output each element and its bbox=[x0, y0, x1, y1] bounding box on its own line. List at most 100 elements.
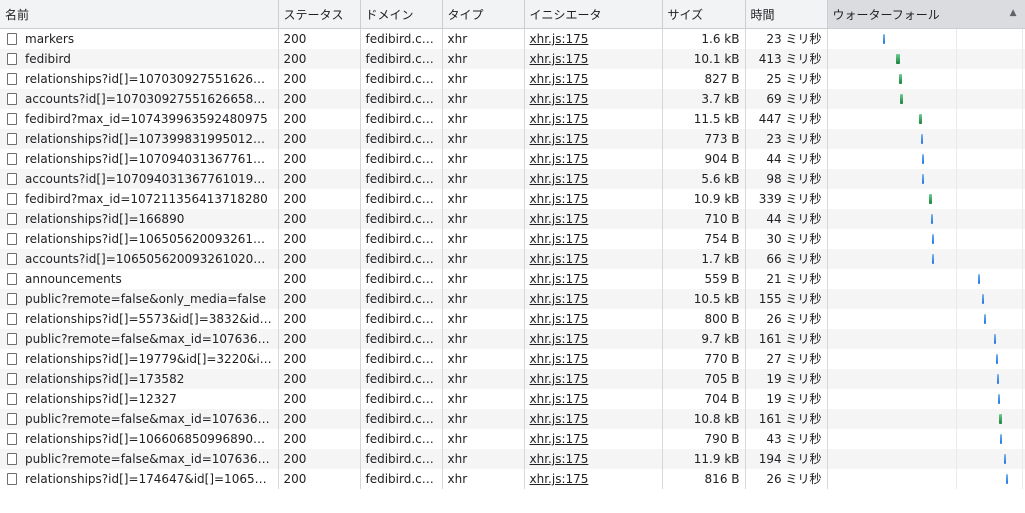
initiator-link[interactable]: xhr.js:175 bbox=[530, 272, 589, 286]
column-header-name[interactable]: 名前 bbox=[0, 0, 279, 29]
initiator-link[interactable]: xhr.js:175 bbox=[530, 432, 589, 446]
column-header-initiator[interactable]: イニシエータ bbox=[524, 0, 663, 29]
table-row[interactable]: relationships?id[]=12327 200 fedibird.com x… bbox=[0, 389, 1025, 409]
waterfall-cell bbox=[827, 28, 1025, 49]
initiator-link[interactable]: xhr.js:175 bbox=[530, 372, 589, 386]
column-header-type[interactable]: タイプ bbox=[442, 0, 525, 29]
request-name-cell[interactable]: public?remote=false&only_media=false bbox=[0, 289, 279, 309]
request-name-cell[interactable]: fedibird?max_id=107211356413718280 bbox=[0, 189, 279, 209]
request-name-cell[interactable]: fedibird?max_id=107439963592480975 bbox=[0, 109, 279, 129]
waterfall-cell bbox=[827, 109, 1025, 129]
request-name: fedibird?max_id=107211356413718280 bbox=[25, 192, 268, 206]
table-row[interactable]: relationships?id[]=106505620093261020&i.… bbox=[0, 229, 1025, 249]
initiator-link[interactable]: xhr.js:175 bbox=[530, 212, 589, 226]
waterfall-gridline bbox=[1021, 29, 1023, 49]
size-cell: 710 B bbox=[662, 209, 746, 229]
domain-cell: fedibird.com bbox=[360, 28, 443, 49]
table-row[interactable]: public?remote=false&max_id=1076363220...… bbox=[0, 409, 1025, 429]
request-name-cell[interactable]: relationships?id[]=166890 bbox=[0, 209, 279, 229]
request-name-cell[interactable]: announcements bbox=[0, 269, 279, 289]
table-row[interactable]: relationships?id[]=107399831995012044&i.… bbox=[0, 129, 1025, 149]
initiator-link[interactable]: xhr.js:175 bbox=[530, 132, 589, 146]
waterfall-gridline bbox=[1021, 209, 1023, 229]
table-row[interactable]: fedibird?max_id=107211356413718280 200 fed… bbox=[0, 189, 1025, 209]
initiator-link[interactable]: xhr.js:175 bbox=[530, 452, 589, 466]
time-cell: 19 ミリ秒 bbox=[745, 369, 828, 389]
request-name-cell[interactable]: public?remote=false&max_id=1076363220... bbox=[0, 409, 279, 429]
request-name-cell[interactable]: accounts?id[]=107030927551626658&id[]=..… bbox=[0, 89, 279, 109]
table-row[interactable]: accounts?id[]=106505620093261020&id[]=..… bbox=[0, 249, 1025, 269]
request-name-cell[interactable]: relationships?id[]=107030927551626658&i.… bbox=[0, 69, 279, 89]
initiator-link[interactable]: xhr.js:175 bbox=[530, 392, 589, 406]
column-header-domain[interactable]: ドメイン bbox=[360, 0, 443, 29]
initiator-link[interactable]: xhr.js:175 bbox=[530, 232, 589, 246]
initiator-link[interactable]: xhr.js:175 bbox=[530, 172, 589, 186]
table-row[interactable]: fedibird?max_id=107439963592480975 200 fed… bbox=[0, 109, 1025, 129]
initiator-link[interactable]: xhr.js:175 bbox=[530, 52, 589, 66]
request-name-cell[interactable]: relationships?id[]=173582 bbox=[0, 369, 279, 389]
waterfall-bar bbox=[882, 34, 885, 44]
waterfall-gridline bbox=[1021, 309, 1023, 329]
initiator-link[interactable]: xhr.js:175 bbox=[530, 412, 589, 426]
initiator-link[interactable]: xhr.js:175 bbox=[530, 352, 589, 366]
time-cell: 44 ミリ秒 bbox=[745, 209, 828, 229]
sort-ascending-icon: ▲ bbox=[1009, 8, 1017, 18]
table-row[interactable]: public?remote=false&max_id=1076363264...… bbox=[0, 329, 1025, 349]
table-row[interactable]: fedibird 200 fedibird.com xhr xhr.js:175 10.1… bbox=[0, 49, 1025, 69]
table-row[interactable]: relationships?id[]=19779&id[]=3220&id[]=… bbox=[0, 349, 1025, 369]
time-cell: 19 ミリ秒 bbox=[745, 389, 828, 409]
request-name-cell[interactable]: relationships?id[]=12327 bbox=[0, 389, 279, 409]
request-name-cell[interactable]: relationships?id[]=106606850996890267&i.… bbox=[0, 429, 279, 449]
table-row[interactable]: relationships?id[]=107094031367761019&i.… bbox=[0, 149, 1025, 169]
table-row[interactable]: relationships?id[]=166890 200 fedibird.com… bbox=[0, 209, 1025, 229]
initiator-link[interactable]: xhr.js:175 bbox=[530, 32, 589, 46]
column-header-size[interactable]: サイズ bbox=[662, 0, 746, 29]
domain-cell: fedibird.com bbox=[360, 109, 443, 129]
table-row[interactable]: relationships?id[]=107030927551626658&i.… bbox=[0, 69, 1025, 89]
request-name-cell[interactable]: relationships?id[]=107094031367761019&i.… bbox=[0, 149, 279, 169]
initiator-link[interactable]: xhr.js:175 bbox=[530, 472, 589, 486]
table-row[interactable]: accounts?id[]=107094031367761019&id[]=..… bbox=[0, 169, 1025, 189]
request-name-cell[interactable]: relationships?id[]=5573&id[]=3832&id[]=1… bbox=[0, 309, 279, 329]
table-row[interactable]: markers 200 fedibird.com xhr xhr.js:175 1.6 k… bbox=[0, 28, 1025, 49]
initiator-link[interactable]: xhr.js:175 bbox=[530, 152, 589, 166]
request-name-cell[interactable]: relationships?id[]=19779&id[]=3220&id[]=… bbox=[0, 349, 279, 369]
initiator-link[interactable]: xhr.js:175 bbox=[530, 332, 589, 346]
file-icon bbox=[7, 313, 17, 325]
column-header-status[interactable]: ステータス bbox=[278, 0, 361, 29]
column-header-waterfall[interactable]: ウォーターフォール ▲ bbox=[827, 0, 1025, 29]
request-name: public?remote=false&max_id=1076363264... bbox=[25, 332, 278, 346]
request-name-cell[interactable]: public?remote=false&max_id=1076363192... bbox=[0, 449, 279, 469]
column-header-time[interactable]: 時間 bbox=[745, 0, 828, 29]
table-row[interactable]: relationships?id[]=106606850996890267&i.… bbox=[0, 429, 1025, 449]
table-row[interactable]: relationships?id[]=5573&id[]=3832&id[]=1… bbox=[0, 309, 1025, 329]
request-name-cell[interactable]: accounts?id[]=107094031367761019&id[]=..… bbox=[0, 169, 279, 189]
initiator-link[interactable]: xhr.js:175 bbox=[530, 192, 589, 206]
request-name-cell[interactable]: accounts?id[]=106505620093261020&id[]=..… bbox=[0, 249, 279, 269]
request-name-cell[interactable]: relationships?id[]=106505620093261020&i.… bbox=[0, 229, 279, 249]
table-row[interactable]: public?remote=false&only_media=false 200 f… bbox=[0, 289, 1025, 309]
waterfall-gridline bbox=[1021, 409, 1023, 429]
request-name-cell[interactable]: public?remote=false&max_id=1076363264... bbox=[0, 329, 279, 349]
initiator-link[interactable]: xhr.js:175 bbox=[530, 292, 589, 306]
domain-cell: fedibird.com bbox=[360, 269, 443, 289]
initiator-link[interactable]: xhr.js:175 bbox=[530, 72, 589, 86]
initiator-link[interactable]: xhr.js:175 bbox=[530, 112, 589, 126]
file-icon bbox=[7, 33, 17, 45]
request-name-cell[interactable]: markers bbox=[0, 28, 279, 49]
table-row[interactable]: announcements 200 fedibird.com xhr xhr.js:17… bbox=[0, 269, 1025, 289]
request-name-cell[interactable]: relationships?id[]=107399831995012044&i.… bbox=[0, 129, 279, 149]
initiator-link[interactable]: xhr.js:175 bbox=[530, 312, 589, 326]
table-row[interactable]: relationships?id[]=174647&id[]=106541545… bbox=[0, 469, 1025, 489]
initiator-link[interactable]: xhr.js:175 bbox=[530, 92, 589, 106]
request-name-cell[interactable]: relationships?id[]=174647&id[]=106541545… bbox=[0, 469, 279, 489]
waterfall-cell bbox=[827, 129, 1025, 149]
initiator-link[interactable]: xhr.js:175 bbox=[530, 252, 589, 266]
table-row[interactable]: relationships?id[]=173582 200 fedibird.com… bbox=[0, 369, 1025, 389]
initiator-cell: xhr.js:175 bbox=[524, 49, 663, 69]
table-row[interactable]: public?remote=false&max_id=1076363192...… bbox=[0, 449, 1025, 469]
request-name-cell[interactable]: fedibird bbox=[0, 49, 279, 69]
table-row[interactable]: accounts?id[]=107030927551626658&id[]=..… bbox=[0, 89, 1025, 109]
initiator-cell: xhr.js:175 bbox=[524, 269, 663, 289]
waterfall-cell bbox=[827, 49, 1025, 69]
